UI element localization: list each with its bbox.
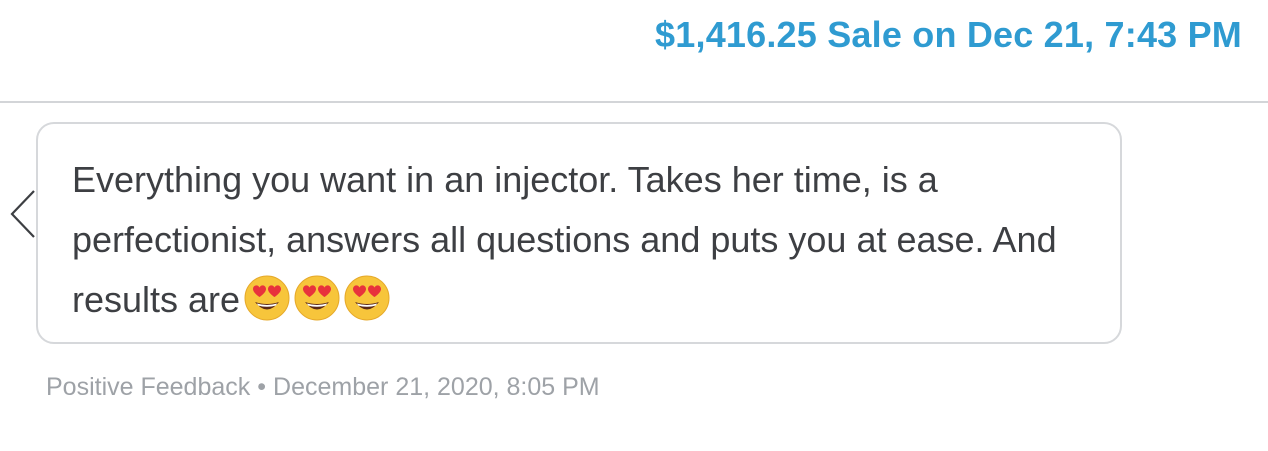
feedback-bubble: Everything you want in an injector. Take… (36, 122, 1122, 344)
header-divider (0, 101, 1268, 103)
heart-eyes-emoji-2 (294, 275, 340, 321)
feedback-timestamp: December 21, 2020, 8:05 PM (273, 373, 600, 401)
feedback-message-text: Everything you want in an injector. Take… (72, 159, 1057, 320)
feedback-message: Everything you want in an injector. Take… (72, 150, 1086, 330)
chevron-left-icon[interactable] (4, 188, 40, 240)
feedback-type-label: Positive Feedback (46, 373, 251, 401)
heart-eyes-emoji-3 (344, 275, 390, 321)
sale-transaction-link[interactable]: $1,416.25 Sale on Dec 21, 7:43 PM (655, 14, 1242, 56)
meta-separator: • (257, 373, 267, 401)
heart-eyes-emoji-1 (244, 275, 290, 321)
feedback-meta: Positive Feedback • December 21, 2020, 8:0… (46, 373, 600, 402)
